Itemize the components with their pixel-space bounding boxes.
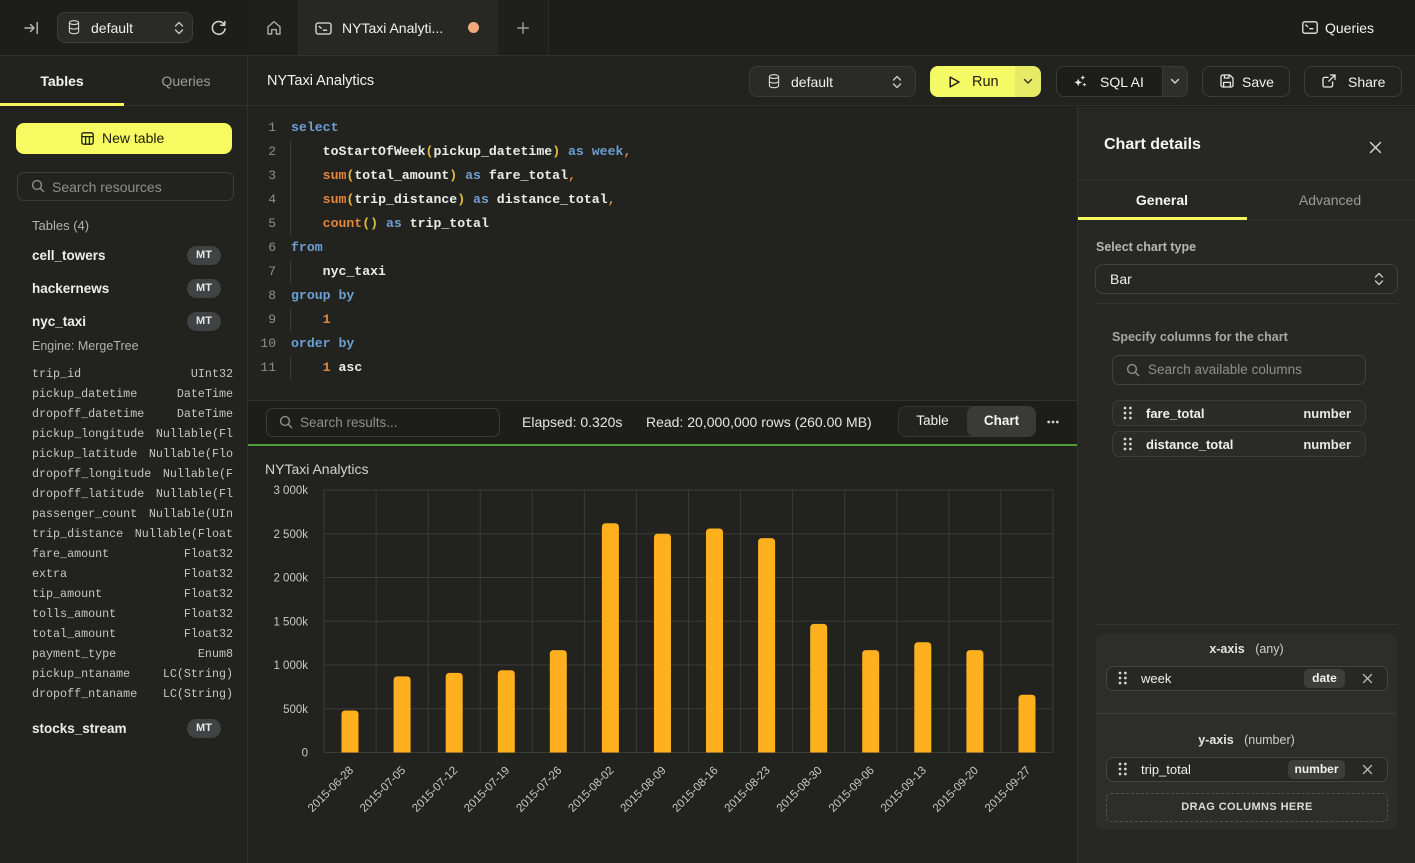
svg-text:2015-07-05: 2015-07-05: [358, 765, 408, 815]
svg-text:2015-08-30: 2015-08-30: [775, 765, 825, 815]
svg-text:0: 0: [302, 748, 308, 760]
svg-text:1 500k: 1 500k: [273, 616, 308, 628]
svg-text:2015-08-16: 2015-08-16: [671, 765, 721, 815]
svg-text:1 000k: 1 000k: [273, 660, 308, 672]
svg-text:2015-06-28: 2015-06-28: [306, 765, 356, 815]
svg-text:2015-08-09: 2015-08-09: [619, 765, 669, 815]
svg-text:2 000k: 2 000k: [273, 573, 308, 585]
svg-text:2015-08-23: 2015-08-23: [723, 765, 773, 815]
svg-text:2015-09-13: 2015-09-13: [879, 765, 929, 815]
svg-text:2015-08-02: 2015-08-02: [566, 765, 616, 815]
svg-text:500k: 500k: [283, 704, 308, 716]
svg-text:2 500k: 2 500k: [273, 529, 308, 541]
svg-text:2015-07-12: 2015-07-12: [410, 765, 460, 815]
svg-text:3 000k: 3 000k: [273, 485, 308, 497]
svg-text:2015-09-20: 2015-09-20: [931, 765, 981, 815]
svg-text:2015-07-19: 2015-07-19: [462, 765, 512, 815]
svg-text:2015-07-26: 2015-07-26: [514, 765, 564, 815]
svg-text:2015-09-27: 2015-09-27: [983, 765, 1033, 815]
svg-text:2015-09-06: 2015-09-06: [827, 765, 877, 815]
